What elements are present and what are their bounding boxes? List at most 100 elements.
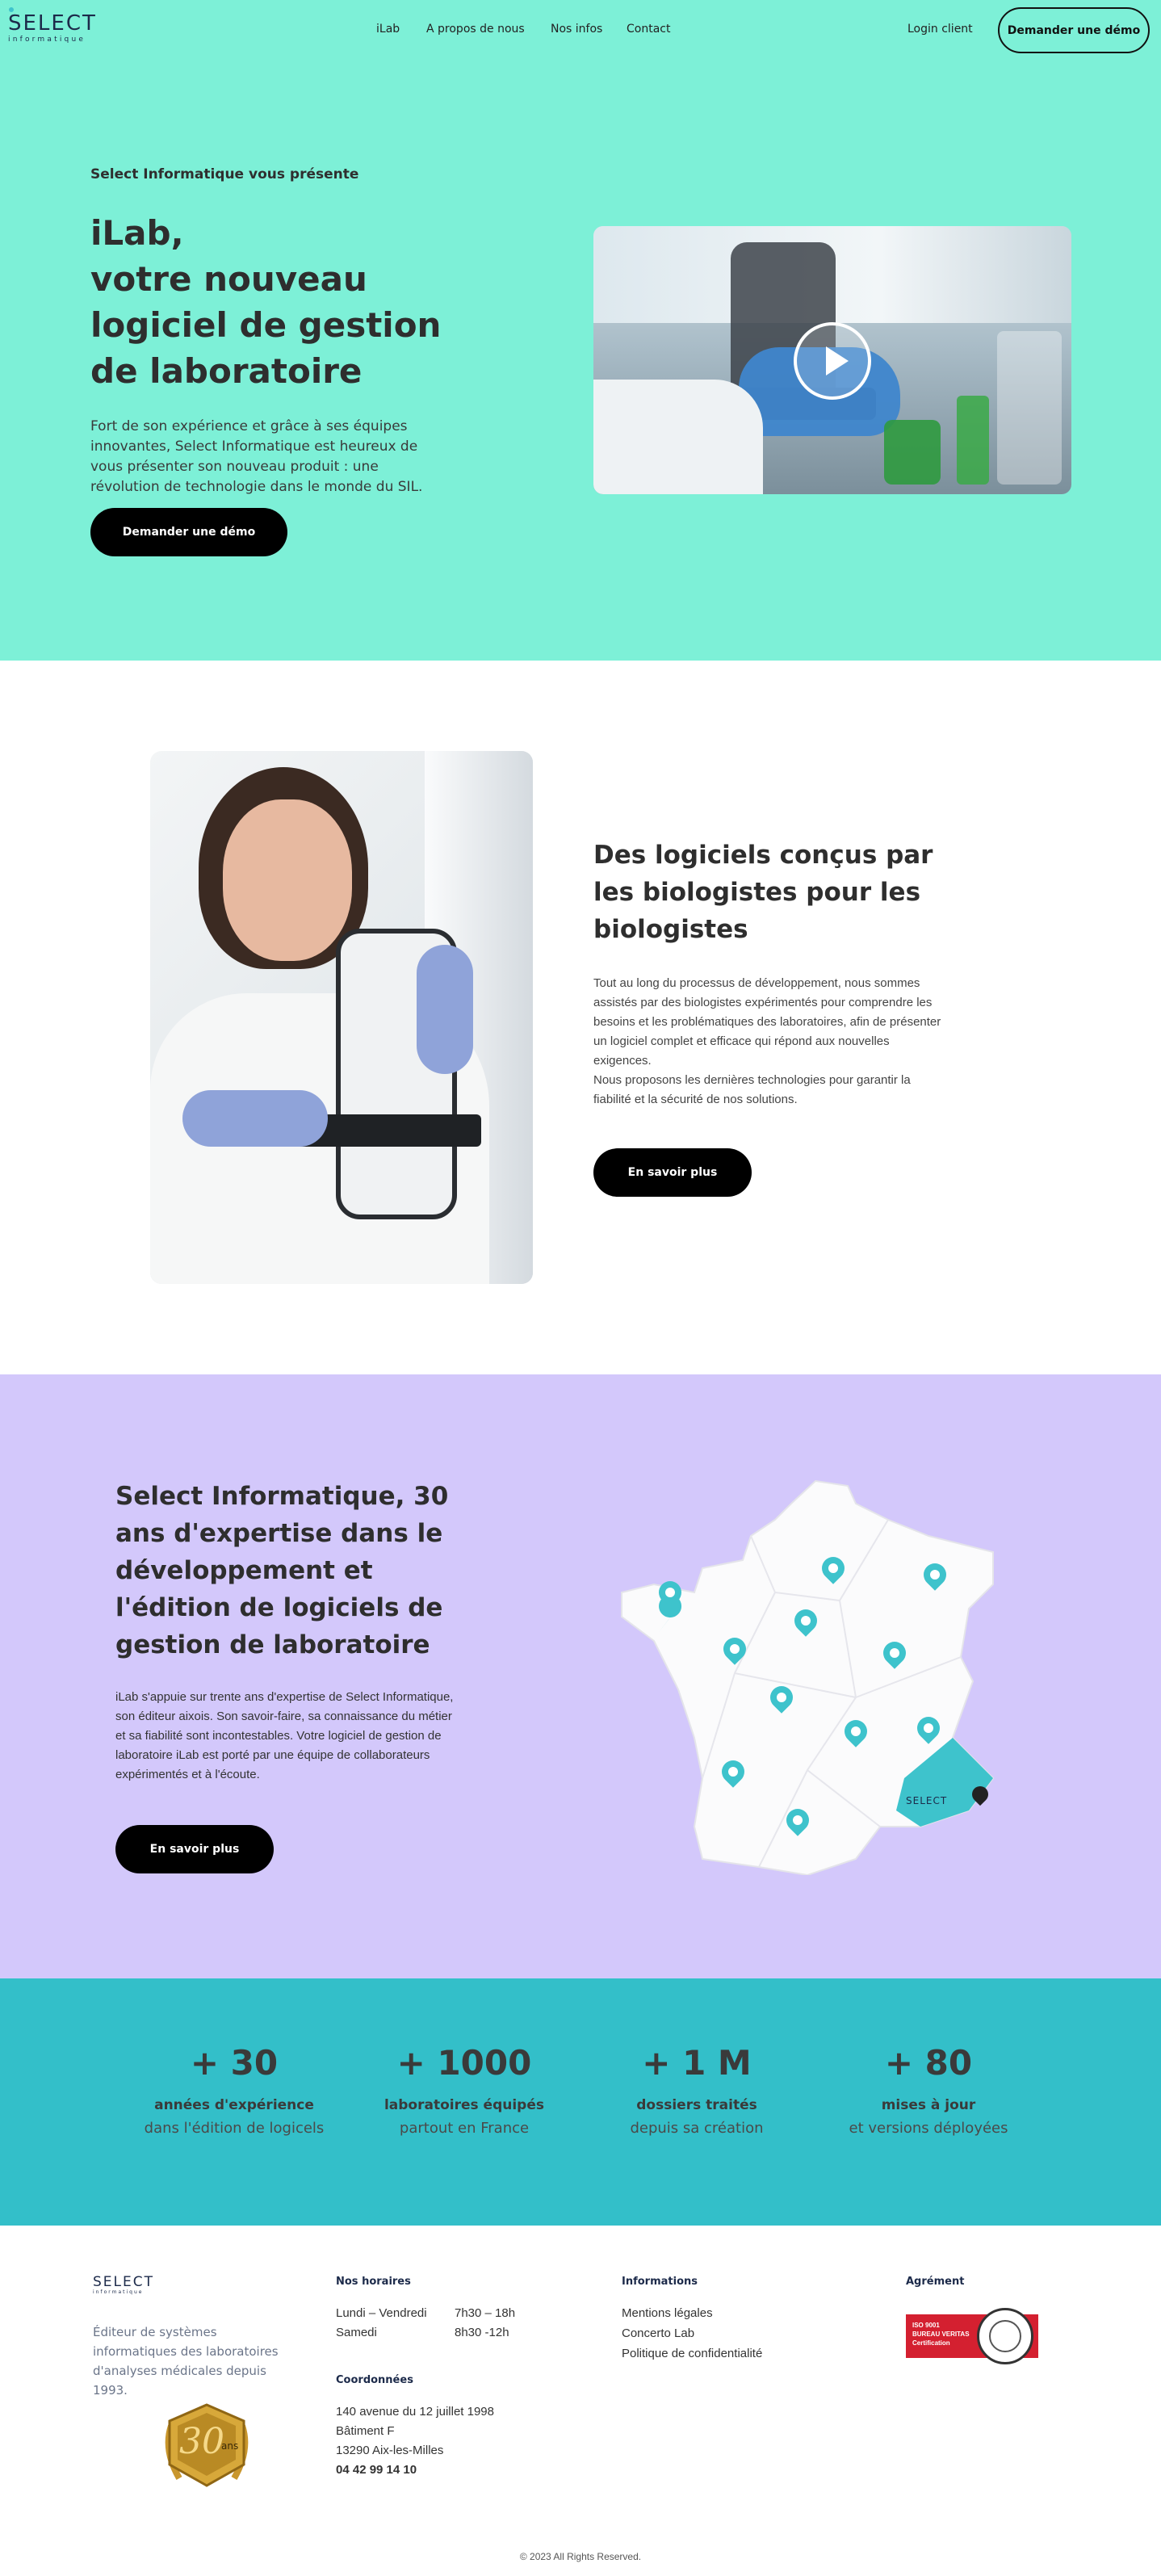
nav-item-about[interactable]: A propos de nous xyxy=(426,23,525,36)
map-pin-dot xyxy=(774,1690,789,1705)
badge-number: 30 xyxy=(179,2421,224,2462)
map-pin-icon xyxy=(912,1712,945,1744)
demo-button-header[interactable]: Demander une démo xyxy=(998,7,1150,53)
hero-title-line: votre nouveau xyxy=(90,259,367,299)
hero-paragraph: Fort de son expérience et grâce à ses éq… xyxy=(90,418,423,495)
hours-time: 7h30 – 18h xyxy=(455,2306,516,2320)
hero-title-line: iLab, xyxy=(90,213,184,253)
footer-tagline: Éditeur de systèmes informatiques des la… xyxy=(93,2325,279,2398)
logo[interactable]: SELECT informatique xyxy=(8,7,97,44)
hero-title-line: de laboratoire xyxy=(90,351,363,391)
map-pin-icon xyxy=(878,1637,911,1669)
expertise-title: Select Informatique, 30 ans d'expertise … xyxy=(115,1482,449,1659)
map-pin-icon xyxy=(719,1633,751,1665)
iso-certification: ISO 9001 BUREAU VERITAS Certification xyxy=(906,2308,1038,2364)
logo-dot-icon xyxy=(9,7,14,12)
logo-subtitle: informatique xyxy=(8,36,86,44)
about-title: Des logiciels conçus par les biologistes… xyxy=(593,841,933,944)
gloved-hand-left xyxy=(182,1090,328,1147)
stat-title: dossiers traités xyxy=(636,2097,757,2113)
address-line: Bâtiment F xyxy=(336,2424,395,2438)
logo-name: SELECT xyxy=(8,11,97,36)
hero-video[interactable] xyxy=(593,226,1071,494)
map-pin-icon xyxy=(817,1552,849,1584)
scientist-photo xyxy=(150,751,533,1284)
map-pin-dot xyxy=(726,1764,740,1779)
hours-time: 8h30 -12h xyxy=(455,2326,509,2339)
cert-text: ISO 9001 BUREAU VERITAS Certification xyxy=(912,2321,970,2347)
about-more-button[interactable]: En savoir plus xyxy=(593,1148,752,1197)
hero-section: Select Informatique vous présente iLab, … xyxy=(0,60,1161,661)
stat-number: + 80 xyxy=(884,2043,973,2083)
cert-line: BUREAU VERITAS xyxy=(912,2331,970,2338)
hero-kicker: Select Informatique vous présente xyxy=(90,166,359,183)
stat-subtitle: et versions déployées xyxy=(849,2120,1008,2137)
stat-item: + 30 années d'expérience dans l'édition … xyxy=(105,2043,363,2137)
stat-subtitle: depuis sa création xyxy=(630,2120,764,2137)
info-heading: Informations xyxy=(622,2276,698,2288)
stat-item: + 1 M dossiers traités depuis sa créatio… xyxy=(568,2043,826,2137)
login-link[interactable]: Login client xyxy=(907,23,973,36)
expertise-more-button[interactable]: En savoir plus xyxy=(115,1825,274,1873)
site-header: SELECT informatique iLab A propos de nou… xyxy=(0,0,1161,60)
stat-number: + 1 M xyxy=(642,2043,752,2083)
expertise-section: Select Informatique, 30 ans d'expertise … xyxy=(0,1374,1161,1978)
footer-link-legal[interactable]: Mentions légales xyxy=(622,2306,713,2320)
stat-subtitle: dans l'édition de logicels xyxy=(144,2120,325,2137)
hero-title-line: logiciel de gestion xyxy=(90,305,442,345)
flask-green-2 xyxy=(957,396,989,485)
address-line: 140 avenue du 12 juillet 1998 xyxy=(336,2405,494,2419)
map-pin-icon xyxy=(840,1715,872,1747)
footer-logo-name: SELECT xyxy=(93,2274,154,2290)
map-pin-icon xyxy=(654,1576,686,1609)
map-pin-dot xyxy=(798,1613,813,1628)
map-pin-icon xyxy=(919,1559,951,1591)
footer-logo[interactable]: SELECT informatique xyxy=(93,2274,154,2296)
phone-link[interactable]: 04 42 99 14 10 xyxy=(336,2463,417,2477)
gloved-hand-right xyxy=(417,945,473,1074)
copyright: © 2023 All Rights Reserved. xyxy=(519,2551,642,2562)
map-pin-icon xyxy=(765,1681,798,1714)
anniversary-badge-icon: 30 ans xyxy=(155,2402,258,2490)
stat-number: + 30 xyxy=(190,2043,279,2083)
map-pin-dot xyxy=(790,1813,805,1827)
contact-heading: Coordonnées xyxy=(336,2374,413,2386)
map-pin-icon xyxy=(790,1605,822,1637)
map-pin-dot xyxy=(921,1721,936,1735)
person-face xyxy=(223,799,352,961)
cert-line: ISO 9001 xyxy=(912,2322,940,2329)
nav-item-infos[interactable]: Nos infos xyxy=(551,23,602,36)
map-pin-dot xyxy=(928,1567,942,1582)
stat-subtitle: partout en France xyxy=(399,2120,530,2137)
glassware xyxy=(997,331,1062,485)
nav-item-contact[interactable]: Contact xyxy=(627,23,670,36)
flask-green xyxy=(884,420,941,485)
sleeve xyxy=(593,380,763,494)
address-line: 13290 Aix-les-Milles xyxy=(336,2444,444,2457)
expertise-paragraph: iLab s'appuie sur trente ans d'expertise… xyxy=(115,1690,454,1781)
map-pin-dot xyxy=(887,1646,902,1660)
footer-link-privacy[interactable]: Politique de confidentialité xyxy=(622,2347,762,2360)
stat-item: + 1000 laboratoires équipés partout en F… xyxy=(335,2043,593,2137)
hero-title: iLab, votre nouveau logiciel de gestion … xyxy=(90,210,441,394)
about-paragraph-2: Nous proposons les dernières technologie… xyxy=(593,1073,911,1106)
map-pin-dot xyxy=(663,1585,677,1600)
seal-inner xyxy=(989,2320,1021,2352)
map-pin-layer xyxy=(614,1471,1017,1875)
badge-unit: ans xyxy=(221,2440,239,2452)
hours-day: Samedi xyxy=(336,2326,377,2339)
about-section: Des logiciels conçus par les biologistes… xyxy=(0,661,1161,1374)
stat-title: laboratoires équipés xyxy=(384,2097,545,2113)
site-footer: SELECT informatique Éditeur de systèmes … xyxy=(0,2226,1161,2576)
select-pin-icon xyxy=(968,1782,992,1806)
hero-demo-button[interactable]: Demander une démo xyxy=(90,508,287,556)
footer-link-concerto[interactable]: Concerto Lab xyxy=(622,2326,694,2340)
cert-line: Certification xyxy=(912,2339,950,2347)
map-pin-dot xyxy=(849,1724,863,1739)
map-pin-icon xyxy=(782,1804,814,1836)
stat-item: + 80 mises à jour et versions déployées xyxy=(799,2043,1058,2137)
bureau-veritas-seal-icon xyxy=(977,2308,1033,2364)
play-icon[interactable] xyxy=(794,322,871,400)
footer-logo-subtitle: informatique xyxy=(93,2289,144,2295)
nav-item-ilab[interactable]: iLab xyxy=(376,23,400,36)
